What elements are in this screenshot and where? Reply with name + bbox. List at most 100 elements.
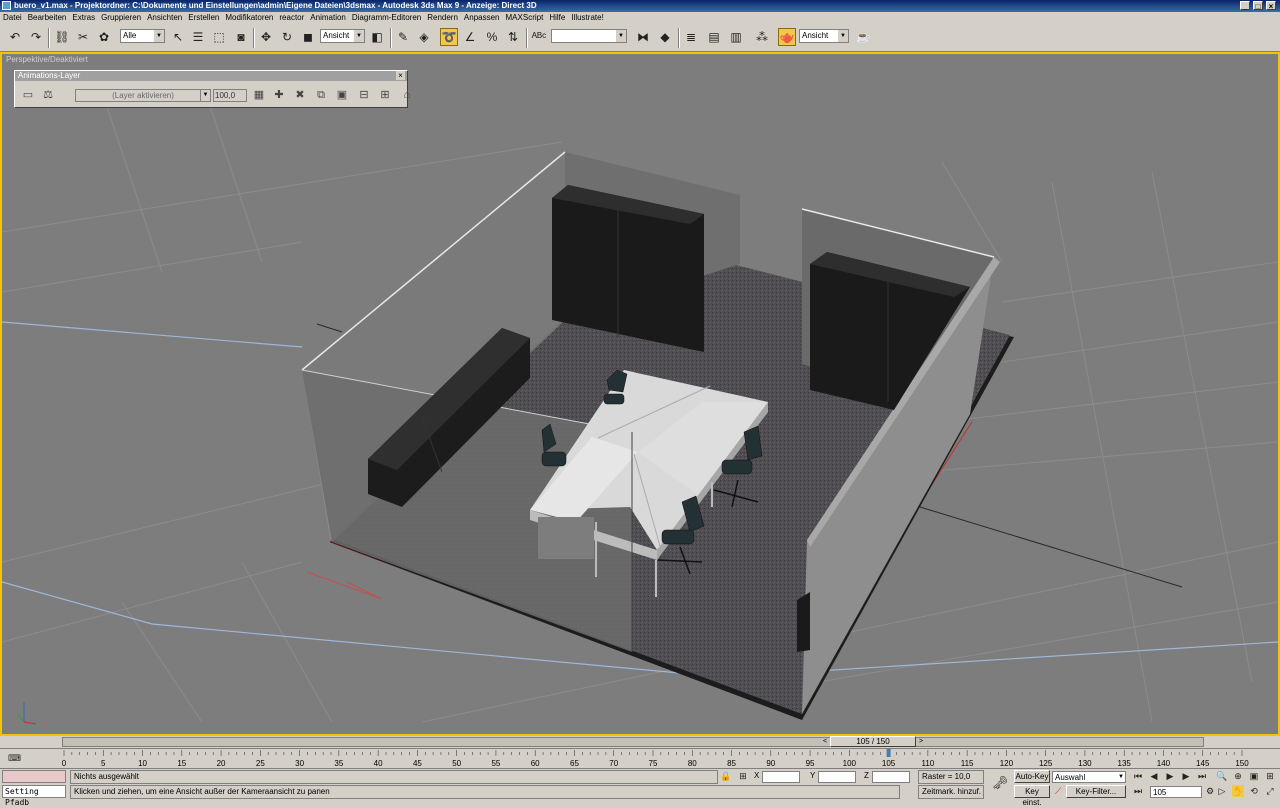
menu-datei[interactable]: Datei — [3, 12, 22, 24]
rotate-icon[interactable]: ↻ — [278, 28, 296, 46]
layer-weight-spinner[interactable]: 100,0 — [213, 89, 247, 102]
add-time-tag-button[interactable]: Zeitmark. hinzuf. — [918, 785, 984, 799]
x-coordinate-field[interactable] — [762, 771, 800, 783]
absolute-mode-icon[interactable]: ⊞ — [737, 770, 749, 782]
panel-close-icon[interactable]: × — [396, 71, 405, 80]
snap-icon[interactable]: ➰ — [440, 28, 458, 46]
menu-animation[interactable]: Animation — [310, 12, 346, 24]
select-by-name-icon[interactable]: ☰ — [189, 28, 207, 46]
move-icon[interactable]: ✥ — [257, 28, 275, 46]
z-coordinate-field[interactable] — [872, 771, 910, 783]
align-tool-icon[interactable]: ◆ — [656, 28, 674, 46]
link-icon[interactable]: ⛓ — [53, 28, 71, 46]
key-mode-toggle-icon[interactable]: ⏭ — [1132, 785, 1144, 797]
menu-maxscript[interactable]: MAXScript — [506, 12, 544, 24]
menu-erstellen[interactable]: Erstellen — [188, 12, 219, 24]
next-frame-icon[interactable]: ▶ — [1180, 770, 1192, 782]
field-of-view-icon[interactable]: ▷ — [1216, 785, 1228, 797]
time-slider-handle[interactable]: 105 / 150 — [830, 736, 916, 747]
pivot-center-icon[interactable]: ◧ — [368, 28, 386, 46]
time-slider-track[interactable] — [62, 737, 1204, 747]
prev-frame-arrow[interactable]: < — [820, 736, 830, 747]
named-selection-dropdown[interactable]: ▼ — [551, 29, 627, 43]
paste-layer-icon[interactable]: ▣ — [334, 87, 350, 103]
menu-reactor[interactable]: reactor — [279, 12, 304, 24]
disable-layer-icon[interactable]: ⊞ — [377, 87, 393, 103]
rect-region-icon[interactable]: ⬚ — [210, 28, 228, 46]
maximize-viewport-icon[interactable]: ⤢ — [1264, 785, 1276, 797]
render-view-dropdown[interactable]: Ansicht ▼ — [799, 29, 849, 43]
menu-gruppieren[interactable]: Gruppieren — [101, 12, 141, 24]
set-key-button[interactable]: Key einst. — [1014, 785, 1050, 807]
curve-editor-icon[interactable]: ▤ — [705, 28, 723, 46]
menu-hilfe[interactable]: Hilfe — [549, 12, 565, 24]
menu-extras[interactable]: Extras — [72, 12, 95, 24]
zoom-icon[interactable]: 🔍 — [1216, 770, 1228, 782]
spinner-snap-icon[interactable]: ⇅ — [504, 28, 522, 46]
previous-frame-icon[interactable]: ◀ — [1148, 770, 1160, 782]
viewport-label[interactable]: Perspektive/Deaktiviert — [6, 55, 88, 64]
scale-icon[interactable]: ◼ — [299, 28, 317, 46]
layer-key-icon[interactable]: ▦ — [251, 87, 267, 103]
animation-layers-title[interactable]: Animations-Layer × — [15, 71, 407, 81]
maxscript-listener-field[interactable]: Setting Pfadb — [2, 785, 66, 807]
delete-layer-icon[interactable]: ✖ — [292, 87, 308, 103]
layer-enable-icon[interactable]: ▭ — [20, 87, 36, 103]
unlink-icon[interactable]: ✂ — [74, 28, 92, 46]
menu-anpassen[interactable]: Anpassen — [464, 12, 500, 24]
edit-named-sel-icon[interactable]: ᴬᴮᶜ — [530, 28, 548, 46]
track-bar[interactable]: ⌨ 0 5 10 15 20 25 30 35 40 45 50 55 60 65 70 75 80 85 90 95… — [0, 748, 1280, 769]
percent-snap-icon[interactable]: % — [483, 28, 501, 46]
mirror-tool-icon[interactable]: ⧓ — [634, 28, 652, 46]
maximize-button[interactable]: □ — [1253, 1, 1263, 11]
zoom-extents-icon[interactable]: ▣ — [1248, 770, 1260, 782]
menu-diagramm-editoren[interactable]: Diagramm-Editoren — [352, 12, 421, 24]
go-to-end-icon[interactable]: ⏭ — [1196, 770, 1208, 782]
ref-coord-dropdown[interactable]: Ansicht ▼ — [320, 29, 365, 43]
go-to-start-icon[interactable]: ⏮ — [1132, 770, 1144, 782]
time-config-icon[interactable]: ⚙ — [1204, 785, 1216, 797]
y-coordinate-field[interactable] — [818, 771, 856, 783]
menu-rendern[interactable]: Rendern — [427, 12, 458, 24]
layer-settings-icon[interactable]: ⌂ — [399, 87, 415, 103]
bind-space-warp-icon[interactable]: ✿ — [95, 28, 113, 46]
pan-icon[interactable]: ✋ — [1232, 785, 1244, 797]
keyboard-shortcut-icon[interactable]: ◈ — [415, 28, 433, 46]
layer-manager-icon[interactable]: ≣ — [682, 28, 700, 46]
collapse-layer-icon[interactable]: ⊟ — [356, 87, 372, 103]
redo-icon[interactable]: ↷ — [27, 28, 45, 46]
menu-ansichten[interactable]: Ansichten — [147, 12, 182, 24]
minimize-button[interactable]: _ — [1240, 1, 1250, 11]
key-filters-button[interactable]: Key-Filter... — [1066, 785, 1126, 798]
angle-snap-icon[interactable]: ∠ — [461, 28, 479, 46]
copy-layer-icon[interactable]: ⧉ — [313, 87, 329, 103]
key-icon[interactable]: 🗝 — [992, 776, 1009, 789]
manipulate-icon[interactable]: ✎ — [394, 28, 412, 46]
close-button[interactable]: × — [1266, 1, 1276, 11]
perspective-viewport[interactable]: Perspektive/Deaktiviert — [0, 52, 1280, 736]
layer-select-dropdown[interactable]: (Layer aktivieren) ▼ — [75, 89, 211, 102]
menu-bearbeiten[interactable]: Bearbeiten — [28, 12, 67, 24]
selection-filter-dropdown[interactable]: Alle ▼ — [120, 29, 165, 43]
arc-rotate-icon[interactable]: ⟲ — [1248, 785, 1260, 797]
menu-illustrate[interactable]: Illustrate! — [571, 12, 603, 24]
quick-render-icon[interactable]: ☕ — [854, 28, 872, 46]
add-layer-icon[interactable]: ✚ — [271, 87, 287, 103]
current-frame-field[interactable]: 105 — [1150, 786, 1202, 798]
window-crossing-icon[interactable]: ◙ — [232, 28, 250, 46]
key-selection-set-dropdown[interactable]: Auswahl ▼ — [1052, 771, 1126, 783]
next-frame-arrow[interactable]: > — [916, 736, 926, 747]
maxscript-mini-listener-pink[interactable] — [2, 770, 66, 783]
zoom-extents-all-icon[interactable]: ⊞ — [1264, 770, 1276, 782]
zoom-all-icon[interactable]: ⊕ — [1232, 770, 1244, 782]
select-icon[interactable]: ↖ — [169, 28, 187, 46]
material-editor-icon[interactable]: ⁂ — [753, 28, 771, 46]
app-icon[interactable] — [2, 1, 11, 10]
lock-selection-icon[interactable]: 🔒 — [720, 770, 732, 782]
undo-icon[interactable]: ↶ — [6, 28, 24, 46]
play-icon[interactable]: ▶ — [1164, 770, 1176, 782]
render-scene-icon[interactable]: 🫖 — [778, 28, 796, 46]
key-mode-icon[interactable]: ⟋ — [1052, 785, 1064, 797]
menu-modifikatoren[interactable]: Modifikatoren — [225, 12, 273, 24]
layer-properties-icon[interactable]: ⚖ — [40, 87, 56, 103]
